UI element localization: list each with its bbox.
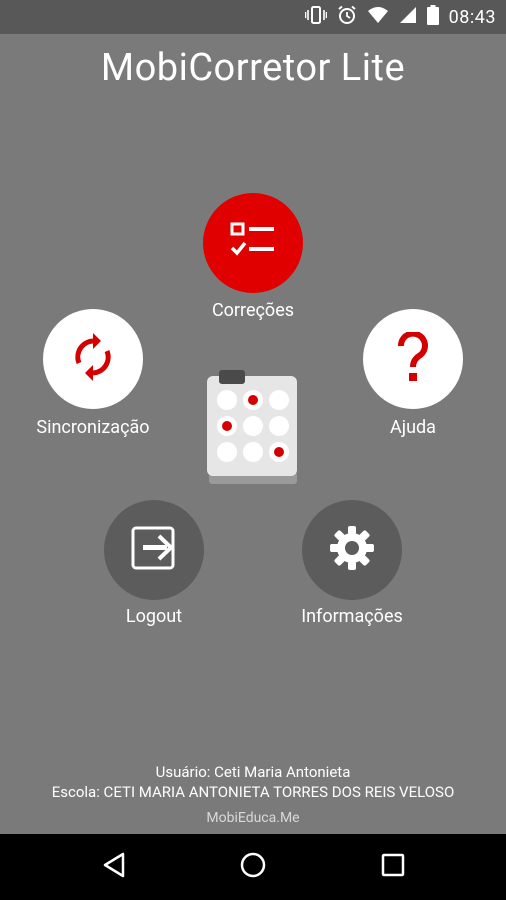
- back-button[interactable]: [94, 847, 134, 887]
- sincronizacao-label: Sincronização: [36, 417, 150, 438]
- help-icon: [396, 330, 430, 386]
- footer-brand: MobiEduca.Me: [206, 810, 300, 826]
- footer-user: Usuário: Ceti Maria Antonieta: [155, 763, 351, 781]
- main-screen: MobiCorretor Lite Correções Sincronizaçã…: [0, 34, 506, 834]
- back-icon: [102, 852, 126, 882]
- sincronizacao-button[interactable]: [43, 309, 143, 409]
- gear-icon: [328, 524, 376, 576]
- app-title: MobiCorretor Lite: [100, 46, 406, 90]
- home-icon: [240, 852, 266, 882]
- logout-label: Logout: [125, 606, 183, 627]
- footer-school: Escola: CETI MARIA ANTONIETA TORRES DOS …: [51, 783, 455, 801]
- informacoes-label: Informações: [301, 606, 403, 627]
- alarm-icon: [337, 5, 357, 29]
- recents-button[interactable]: [373, 847, 413, 887]
- answer-sheet-illustration: [207, 368, 299, 488]
- correcoes-button[interactable]: [203, 193, 303, 293]
- logout-button[interactable]: [104, 500, 204, 600]
- vibrate-icon: [304, 6, 327, 28]
- home-button[interactable]: [233, 847, 273, 887]
- logout-icon: [131, 526, 177, 574]
- navigation-bar: [0, 834, 506, 900]
- recents-icon: [381, 853, 405, 881]
- ajuda-button[interactable]: [363, 309, 463, 409]
- ajuda-label: Ajuda: [390, 417, 436, 438]
- correcoes-label: Correções: [211, 300, 295, 321]
- sync-icon: [73, 333, 113, 385]
- informacoes-button[interactable]: [302, 500, 402, 600]
- status-bar: 08:43: [0, 0, 506, 34]
- status-time: 08:43: [448, 6, 496, 28]
- wifi-icon: [367, 6, 389, 28]
- checklist-icon: [230, 221, 276, 265]
- status-icons: 08:43: [304, 0, 496, 34]
- signal-icon: [399, 6, 417, 28]
- battery-icon: [426, 5, 439, 29]
